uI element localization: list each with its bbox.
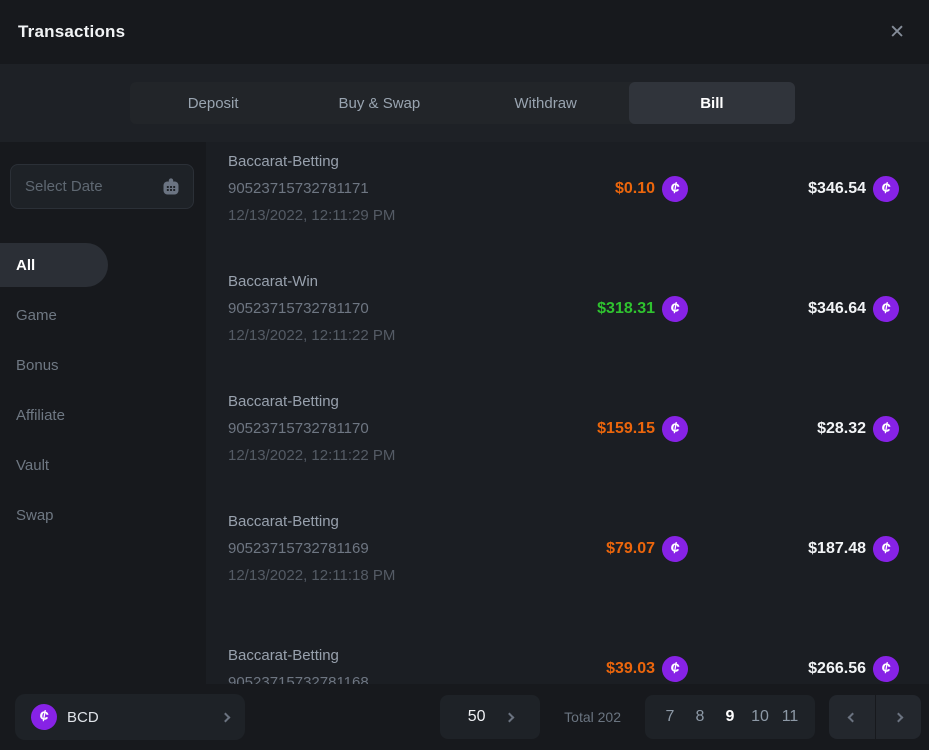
transaction-id: 90523715732781170 (228, 295, 528, 322)
transaction-date: 12/13/2022, 12:11:29 PM (228, 202, 528, 229)
chevron-right-icon (221, 712, 231, 722)
transaction-row: Baccarat-Betting 90523715732781170 12/13… (228, 388, 899, 469)
transaction-balance: $187.48 (808, 540, 866, 558)
transaction-date: 12/13/2022, 12:11:18 PM (228, 562, 528, 589)
close-icon[interactable]: ✕ (883, 19, 911, 46)
bcd-coin-icon: ¢ (871, 653, 901, 683)
bcd-coin-icon: ¢ (660, 173, 690, 203)
tab-withdraw[interactable]: Withdraw (463, 82, 629, 124)
bcd-coin-icon: ¢ (871, 293, 901, 323)
transaction-amount: $159.15 (597, 420, 655, 438)
transaction-balance: $346.54 (808, 180, 866, 198)
transaction-name: Baccarat-Betting (228, 508, 528, 535)
sidebar: All Game Bonus Affiliate Vault Swap (0, 142, 206, 684)
currency-label: BCD (67, 709, 222, 726)
transaction-amount: $39.03 (606, 660, 655, 678)
date-input[interactable] (25, 178, 161, 195)
calendar-icon[interactable] (161, 177, 181, 197)
bcd-coin-icon: ¢ (660, 533, 690, 563)
transaction-id: 90523715732781170 (228, 415, 528, 442)
bcd-coin-icon: ¢ (660, 653, 690, 683)
transaction-id: 90523715732781169 (228, 535, 528, 562)
transaction-row: Baccarat-Betting 90523715732781169 12/13… (228, 508, 899, 589)
transaction-date: 12/13/2022, 12:11:22 PM (228, 442, 528, 469)
filter-game[interactable]: Game (0, 290, 206, 340)
transaction-amount: $0.10 (615, 180, 655, 198)
tab-band: Deposit Buy & Swap Withdraw Bill (0, 64, 929, 142)
transaction-name: Baccarat-Win (228, 268, 528, 295)
filter-vault[interactable]: Vault (0, 440, 206, 490)
pagination-nav (829, 695, 921, 739)
transaction-balance: $346.64 (808, 300, 866, 318)
page-button-10[interactable]: 10 (745, 708, 775, 726)
transaction-row: Baccarat-Betting 90523715732781168 $39.0… (228, 628, 899, 684)
transaction-amount: $79.07 (606, 540, 655, 558)
filter-swap[interactable]: Swap (0, 490, 206, 540)
transaction-amount: $318.31 (597, 300, 655, 318)
bcd-coin-icon: ¢ (871, 413, 901, 443)
next-page-button[interactable] (875, 695, 921, 739)
bcd-coin-icon: ¢ (660, 293, 690, 323)
page-button-11[interactable]: 11 (775, 708, 805, 726)
tab-group: Deposit Buy & Swap Withdraw Bill (130, 82, 795, 124)
page-title: Transactions (18, 22, 125, 42)
filter-bonus[interactable]: Bonus (0, 340, 206, 390)
chevron-left-icon (847, 712, 857, 722)
tab-buy-swap[interactable]: Buy & Swap (296, 82, 462, 124)
page-button-9-current[interactable]: 9 (715, 708, 745, 726)
tab-deposit[interactable]: Deposit (130, 82, 296, 124)
transaction-row: Baccarat-Win 90523715732781170 12/13/202… (228, 268, 899, 349)
page-button-8[interactable]: 8 (685, 708, 715, 726)
prev-page-button[interactable] (829, 695, 875, 739)
bcd-coin-icon: ¢ (871, 173, 901, 203)
chevron-right-icon (504, 712, 514, 722)
content: All Game Bonus Affiliate Vault Swap Bacc… (0, 142, 929, 684)
chevron-right-icon (894, 712, 904, 722)
filter-all[interactable]: All (0, 243, 108, 287)
page-button-7[interactable]: 7 (655, 708, 685, 726)
page-size-value: 50 (468, 708, 486, 726)
transaction-row: Baccarat-Betting 90523715732781171 12/13… (228, 148, 899, 229)
transaction-list: Baccarat-Betting 90523715732781171 12/13… (206, 142, 929, 684)
bcd-coin-icon: ¢ (871, 533, 901, 563)
filter-list: All Game Bonus Affiliate Vault Swap (0, 240, 206, 540)
transaction-name: Baccarat-Betting (228, 642, 528, 669)
transaction-id: 90523715732781171 (228, 175, 528, 202)
page-size-selector[interactable]: 50 (440, 695, 540, 739)
bcd-coin-icon: ¢ (29, 702, 59, 732)
transaction-name: Baccarat-Betting (228, 148, 528, 175)
modal-header: Transactions ✕ (0, 0, 929, 64)
transaction-balance: $266.56 (808, 660, 866, 678)
filter-affiliate[interactable]: Affiliate (0, 390, 206, 440)
transaction-name: Baccarat-Betting (228, 388, 528, 415)
date-picker[interactable] (10, 164, 194, 209)
transaction-date: 12/13/2022, 12:11:22 PM (228, 322, 528, 349)
transaction-balance: $28.32 (817, 420, 866, 438)
transactions-modal: Transactions ✕ Deposit Buy & Swap Withdr… (0, 0, 929, 750)
footer: ¢ BCD 50 Total 202 7 8 9 10 11 (0, 684, 929, 750)
bcd-coin-icon: ¢ (660, 413, 690, 443)
transaction-id: 90523715732781168 (228, 669, 528, 685)
total-count: Total 202 (564, 709, 621, 725)
tab-bill[interactable]: Bill (629, 82, 795, 124)
pagination: 7 8 9 10 11 (645, 695, 815, 739)
currency-selector[interactable]: ¢ BCD (15, 694, 245, 740)
